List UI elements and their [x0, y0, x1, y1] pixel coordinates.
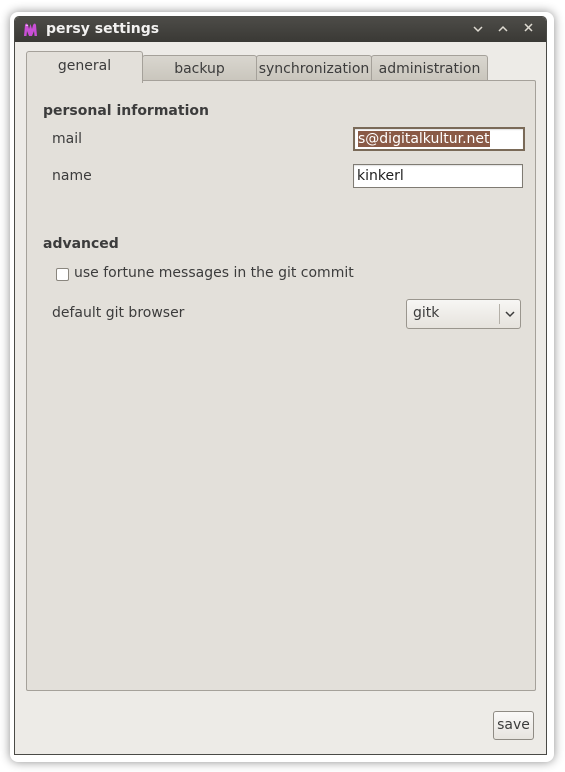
- fortune-label[interactable]: use fortune messages in the git commit: [74, 265, 354, 281]
- tab-synchronization[interactable]: synchronization: [256, 55, 372, 83]
- mail-field[interactable]: s@digitalkultur.net: [353, 127, 525, 151]
- persy-app-icon: [24, 23, 37, 36]
- close-icon: [523, 23, 533, 32]
- git-browser-value: gitk: [413, 305, 440, 321]
- fortune-checkbox[interactable]: [56, 268, 69, 281]
- git-browser-select[interactable]: gitk: [406, 299, 521, 329]
- maximize-button[interactable]: [493, 20, 513, 38]
- tab-backup[interactable]: backup: [142, 55, 257, 83]
- name-label: name: [52, 168, 92, 184]
- mail-label: mail: [52, 131, 82, 147]
- name-value: kinkerl: [357, 168, 404, 184]
- chevron-up-icon: [498, 25, 508, 32]
- combo-separator: [499, 304, 500, 324]
- git-browser-label: default git browser: [52, 305, 185, 321]
- minimize-button[interactable]: [468, 20, 488, 38]
- settings-window: persy settings general backup synchroniz…: [14, 16, 547, 755]
- advanced-heading: advanced: [43, 236, 119, 252]
- tab-panel-general: personal information mail s@digitalkultu…: [26, 80, 536, 691]
- mail-value: s@digitalkultur.net: [358, 131, 490, 147]
- chevron-down-icon: [505, 311, 515, 318]
- tab-administration[interactable]: administration: [371, 55, 488, 83]
- name-field[interactable]: kinkerl: [353, 164, 523, 188]
- chevron-down-icon: [473, 26, 483, 33]
- personal-information-heading: personal information: [43, 103, 209, 119]
- close-button[interactable]: [518, 20, 538, 38]
- tab-general[interactable]: general: [26, 51, 143, 85]
- window-title: persy settings: [46, 21, 160, 37]
- title-bar[interactable]: persy settings: [15, 17, 546, 42]
- save-button[interactable]: save: [493, 711, 534, 740]
